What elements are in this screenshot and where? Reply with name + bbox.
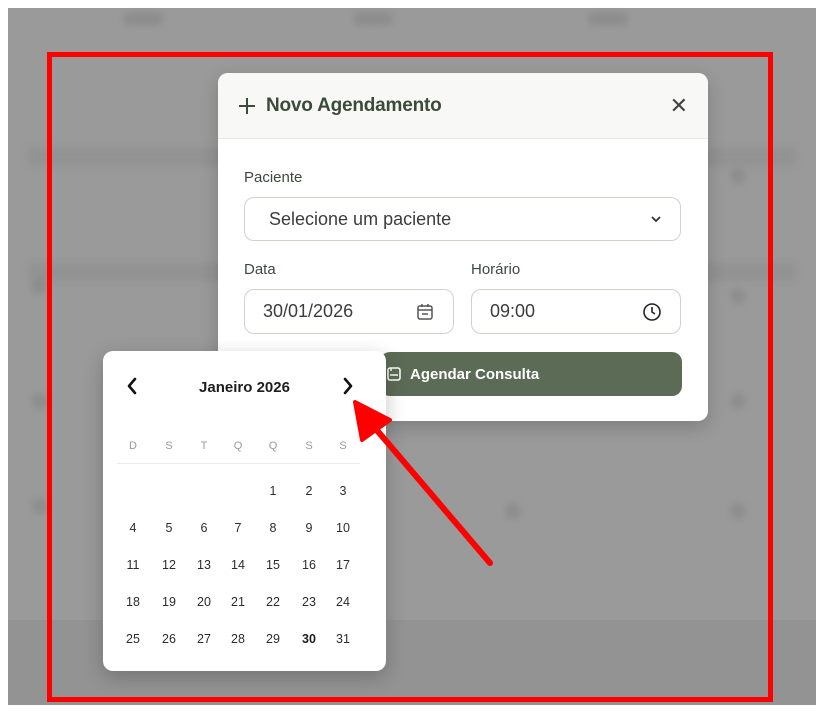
- background-element: [505, 503, 521, 519]
- modal-title: Novo Agendamento: [266, 94, 442, 116]
- background-element: [32, 393, 48, 409]
- plus-icon: [238, 97, 256, 115]
- calendar-day[interactable]: 20: [189, 595, 219, 609]
- calendar-day[interactable]: 1: [258, 484, 288, 498]
- patient-label: Paciente: [244, 169, 303, 186]
- background-element: [32, 498, 48, 514]
- background-element: [353, 12, 393, 26]
- calendar-day[interactable]: 11: [118, 558, 148, 572]
- background-element: [730, 503, 746, 519]
- calendar-day[interactable]: 14: [223, 558, 253, 572]
- calendar-day[interactable]: 10: [328, 521, 358, 535]
- calendar-day[interactable]: 27: [189, 632, 219, 646]
- calendar-day[interactable]: 25: [118, 632, 148, 646]
- datepicker-divider: [117, 463, 360, 464]
- calendar-day[interactable]: 17: [328, 558, 358, 572]
- calendar-day[interactable]: 24: [328, 595, 358, 609]
- calendar-day[interactable]: 3: [328, 484, 358, 498]
- background-element: [588, 12, 628, 26]
- time-input[interactable]: 09:00: [471, 289, 681, 334]
- calendar-day[interactable]: 6: [189, 521, 219, 535]
- weekday-header: Q: [268, 440, 278, 452]
- date-input-value: 30/01/2026: [263, 301, 354, 321]
- patient-select[interactable]: Selecione um paciente: [244, 197, 681, 241]
- calendar-day[interactable]: 28: [223, 632, 253, 646]
- calendar-day[interactable]: 31: [328, 632, 358, 646]
- calendar-icon[interactable]: [415, 302, 435, 322]
- next-month-icon[interactable]: [337, 373, 359, 399]
- calendar-day[interactable]: 26: [154, 632, 184, 646]
- chevron-down-icon: [651, 216, 661, 223]
- date-input[interactable]: 30/01/2026: [244, 289, 454, 334]
- time-input-value: 09:00: [490, 301, 536, 321]
- patient-select-value: Selecione um paciente: [269, 208, 452, 229]
- calendar-day[interactable]: 5: [154, 521, 184, 535]
- weekday-header: D: [129, 440, 137, 452]
- background-element: [730, 393, 746, 409]
- calendar-day-selected[interactable]: 30: [294, 632, 324, 646]
- calendar-day[interactable]: 16: [294, 558, 324, 572]
- calendar-day[interactable]: 13: [189, 558, 219, 572]
- calendar-day[interactable]: 19: [154, 595, 184, 609]
- modal-header: Novo Agendamento ✕: [218, 73, 708, 139]
- weekday-header: S: [339, 440, 347, 452]
- date-label: Data: [244, 261, 276, 278]
- schedule-appointment-label: Agendar Consulta: [410, 365, 540, 383]
- schedule-appointment-button[interactable]: Agendar Consulta: [380, 352, 682, 396]
- time-label: Horário: [471, 261, 521, 278]
- calendar-day[interactable]: 22: [258, 595, 288, 609]
- calendar-day[interactable]: 18: [118, 595, 148, 609]
- calendar-day[interactable]: 23: [294, 595, 324, 609]
- datepicker-popup: Janeiro 2026 DSTQQSS 1 2 3 4 5 6 7 8 9 10 11 12 13 14…: [103, 351, 386, 671]
- save-icon: [387, 367, 401, 381]
- background-element: [123, 12, 163, 26]
- close-icon[interactable]: ✕: [670, 94, 688, 117]
- calendar-day[interactable]: 29: [258, 632, 288, 646]
- weekday-header: Q: [233, 440, 243, 452]
- background-element: [730, 168, 746, 184]
- calendar-day[interactable]: 2: [294, 484, 324, 498]
- calendar-day[interactable]: 7: [223, 521, 253, 535]
- weekday-header: T: [200, 440, 208, 452]
- calendar-day[interactable]: 9: [294, 521, 324, 535]
- calendar-day[interactable]: 12: [154, 558, 184, 572]
- calendar-day[interactable]: 15: [258, 558, 288, 572]
- calendar-day[interactable]: 21: [223, 595, 253, 609]
- clock-icon[interactable]: [642, 302, 662, 322]
- weekday-header: S: [165, 440, 173, 452]
- calendar-day[interactable]: 8: [258, 521, 288, 535]
- weekday-header: S: [305, 440, 313, 452]
- calendar-day[interactable]: 4: [118, 521, 148, 535]
- background-element: [730, 288, 746, 304]
